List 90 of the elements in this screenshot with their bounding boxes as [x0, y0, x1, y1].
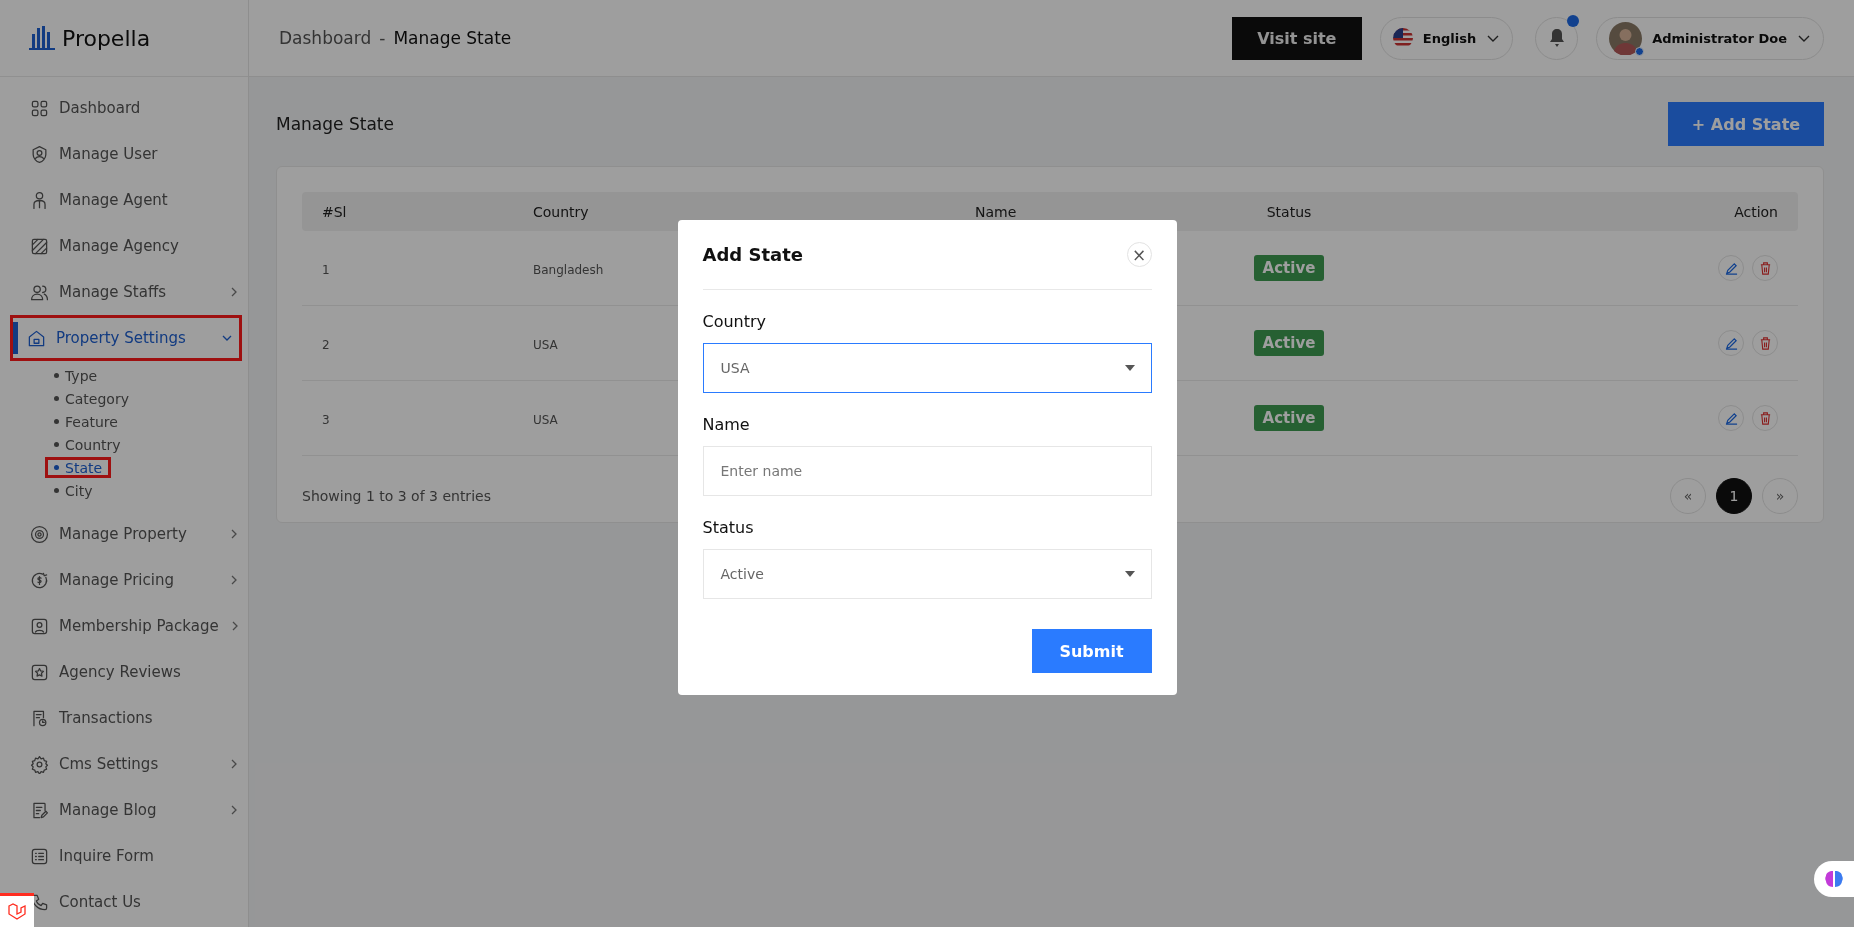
sidebar-item[interactable]: Manage Pricing: [0, 557, 246, 603]
pagination-button[interactable]: 1: [1716, 478, 1752, 514]
table-cell: 1: [322, 262, 330, 277]
logo-icon: [28, 24, 56, 52]
sidebar-item[interactable]: Manage User: [0, 131, 246, 177]
cube-icon: [7, 901, 27, 922]
list-icon: [30, 846, 49, 866]
entries-info: Showing 1 to 3 of 3 entries: [302, 488, 491, 504]
edit-button[interactable]: [1718, 330, 1744, 356]
field-label: Country: [702, 312, 768, 331]
column-header: #Sl: [321, 203, 348, 220]
status-badge: Active: [1253, 255, 1325, 281]
language-selector[interactable]: English: [1379, 16, 1514, 60]
select-field[interactable]: USA: [702, 343, 1152, 393]
sidebar-item[interactable]: Dashboard: [0, 85, 246, 131]
submenu-item[interactable]: Type: [45, 365, 107, 386]
house-icon: [27, 328, 46, 348]
edit-button[interactable]: [1718, 405, 1744, 431]
grid-icon: [30, 98, 49, 118]
flag-icon: [1392, 28, 1413, 48]
breadcrumb-item[interactable]: Dashboard: [279, 28, 372, 48]
person-icon: [30, 190, 49, 210]
breadcrumb-item: Manage State: [393, 28, 512, 48]
note-icon: [30, 800, 49, 820]
sidebar-item[interactable]: Agency Reviews: [0, 649, 246, 695]
page-title: Manage State: [276, 114, 394, 134]
sidebar-item[interactable]: Property Settings: [10, 315, 242, 361]
pencil-icon: [1724, 261, 1738, 275]
status-badge: Active: [1253, 330, 1325, 356]
field-label: Name: [702, 415, 751, 434]
edit-button[interactable]: [1718, 255, 1744, 281]
table-cell: USA: [533, 337, 558, 352]
sidebar-item[interactable]: Manage Agency: [0, 223, 246, 269]
add-state-button[interactable]: + Add State: [1668, 102, 1824, 146]
assistant-button[interactable]: [1814, 861, 1854, 897]
avatar-icon: [1609, 21, 1643, 55]
field-label: Status: [702, 518, 755, 537]
column-header: Status: [1265, 203, 1313, 220]
pagination-button[interactable]: »: [1762, 478, 1798, 514]
trash-icon: [1758, 261, 1772, 275]
sidebar-item[interactable]: Inquire Form: [0, 833, 246, 879]
table-cell: 2: [322, 337, 330, 352]
delete-button[interactable]: [1752, 255, 1778, 281]
trash-icon: [1758, 336, 1772, 350]
bell-icon: [1547, 28, 1566, 48]
logo-text: Propella: [62, 25, 151, 51]
modal-title: Add State: [702, 244, 803, 265]
submenu-item[interactable]: State: [45, 457, 112, 478]
submenu-item[interactable]: City: [45, 480, 102, 501]
gear-icon: [30, 754, 49, 774]
pencil-icon: [1724, 411, 1738, 425]
id-card-icon: [30, 616, 49, 636]
pagination-button[interactable]: «: [1670, 478, 1706, 514]
table-cell: Bangladesh: [533, 262, 604, 277]
slashed-square-icon: [30, 236, 49, 256]
select-field[interactable]: Active: [702, 549, 1152, 599]
submenu-item[interactable]: Feature: [45, 411, 127, 432]
submenu-item[interactable]: Country: [45, 434, 130, 455]
notification-button[interactable]: [1535, 16, 1579, 60]
submit-button[interactable]: Submit: [1031, 629, 1152, 673]
sidebar-item[interactable]: Membership Package: [0, 603, 246, 649]
sidebar-item[interactable]: Cms Settings: [0, 741, 246, 787]
delete-button[interactable]: [1752, 330, 1778, 356]
delete-button[interactable]: [1752, 405, 1778, 431]
sidebar-item[interactable]: Manage Property: [0, 511, 246, 557]
trash-icon: [1758, 411, 1772, 425]
dropdown-caret-icon: [1124, 365, 1135, 371]
dollar-circle-icon: [30, 570, 49, 590]
submenu-item[interactable]: Category: [45, 388, 138, 409]
column-header: Country: [532, 203, 590, 220]
sidebar-item[interactable]: Transactions: [0, 695, 246, 741]
dropdown-caret-icon: [1124, 571, 1135, 577]
input-field[interactable]: Enter name: [702, 446, 1152, 496]
user-menu[interactable]: Administrator Doe: [1596, 16, 1824, 60]
breadcrumb-separator: -: [379, 28, 386, 48]
column-header: Name: [974, 203, 1018, 220]
user-badge-icon: [30, 144, 49, 164]
status-badge: Active: [1253, 405, 1325, 431]
table-cell: 3: [322, 412, 330, 427]
pencil-icon: [1724, 336, 1738, 350]
framework-badge[interactable]: [0, 893, 34, 927]
sidebar-item[interactable]: Manage Staffs: [0, 269, 246, 315]
column-header: Action: [1733, 203, 1779, 220]
sidebar-item[interactable]: Manage Blog: [0, 787, 246, 833]
table-cell: USA: [533, 412, 558, 427]
visit-site-button[interactable]: Visit site: [1231, 16, 1362, 60]
close-button[interactable]: ×: [1126, 242, 1152, 267]
star-square-icon: [30, 662, 49, 682]
receipt-icon: [30, 708, 49, 728]
sidebar-item[interactable]: Manage Agent: [0, 177, 246, 223]
